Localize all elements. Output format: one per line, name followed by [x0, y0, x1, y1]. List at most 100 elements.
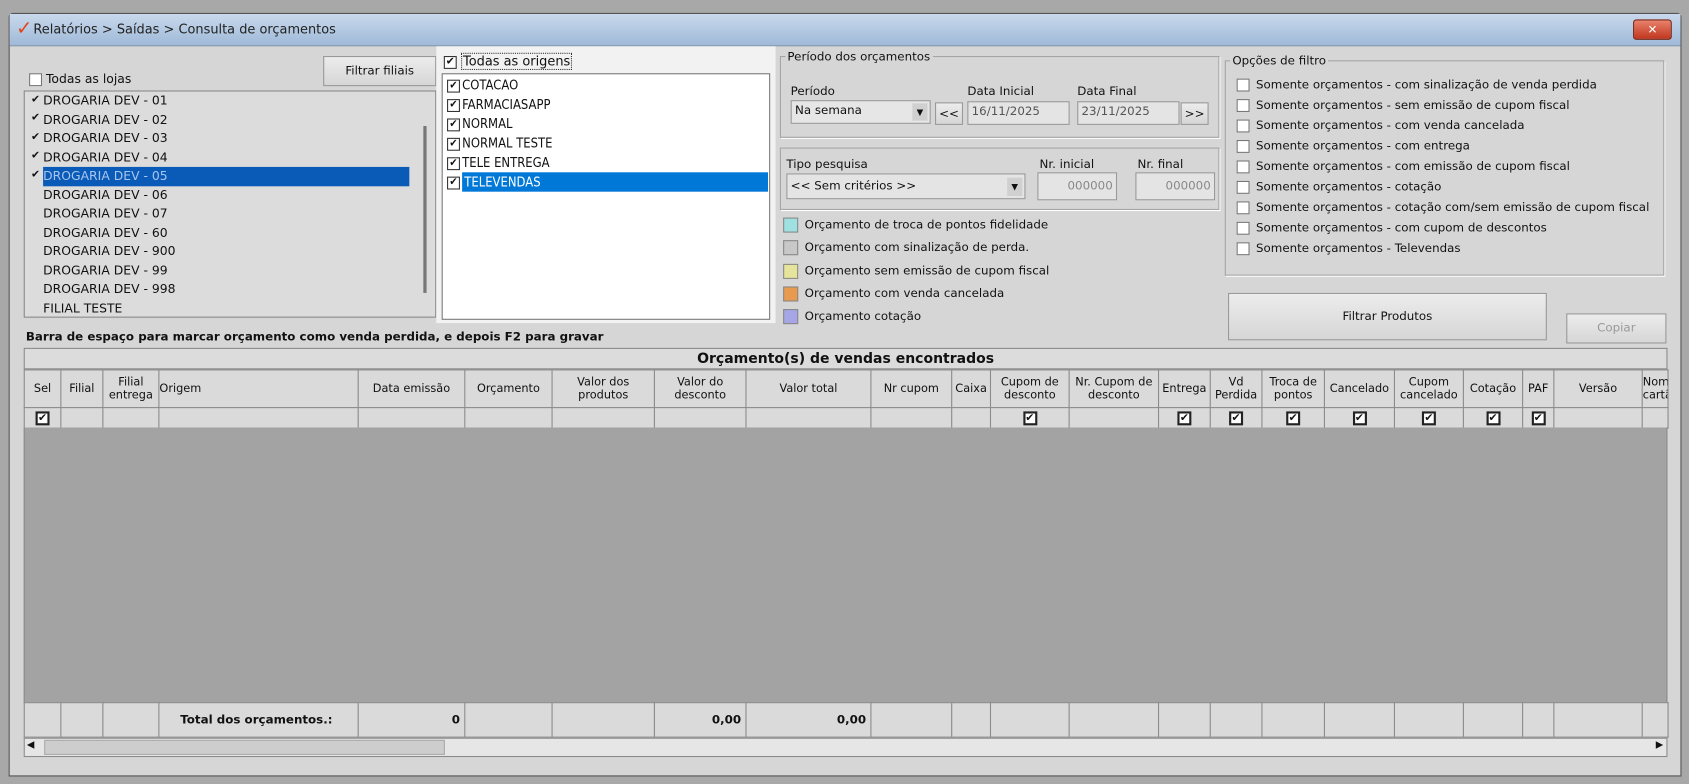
- store-item[interactable]: ✔ DROGARIA DEV - 02: [25, 110, 435, 129]
- store-item[interactable]: ✔ DROGARIA DEV - 03: [25, 129, 435, 148]
- checkbox-icon[interactable]: [29, 302, 42, 315]
- column-header[interactable]: PAF: [1522, 369, 1555, 409]
- start-date-input[interactable]: 16/11/2025: [967, 101, 1070, 125]
- checkbox-icon[interactable]: ✔: [1421, 410, 1436, 425]
- column-header[interactable]: Data emissão: [357, 369, 466, 409]
- column-header[interactable]: Filial: [60, 369, 104, 409]
- origin-item[interactable]: ✔ TELE ENTREGA: [443, 153, 769, 172]
- filter-cell[interactable]: [870, 407, 953, 429]
- nr-start-input[interactable]: 000000: [1037, 172, 1118, 201]
- column-header[interactable]: Sel: [23, 369, 62, 409]
- column-header[interactable]: Filial entrega: [102, 369, 160, 409]
- filter-option-checkbox[interactable]: Somente orçamentos - cotação com/sem emi…: [1226, 197, 1663, 217]
- column-header[interactable]: Cupom de desconto: [989, 369, 1070, 409]
- all-stores-checkbox[interactable]: Todas as lojas: [29, 71, 131, 86]
- filter-cell[interactable]: ✔: [989, 407, 1070, 429]
- store-item[interactable]: ✔ DROGARIA DEV - 05: [25, 166, 435, 186]
- column-header[interactable]: Valor total: [745, 369, 872, 409]
- checkbox-icon[interactable]: ✔: [447, 176, 460, 189]
- store-item[interactable]: DROGARIA DEV - 60: [25, 223, 435, 242]
- column-header[interactable]: Cotação: [1462, 369, 1524, 409]
- column-header[interactable]: Origem: [158, 369, 359, 409]
- column-header[interactable]: Troca de pontos: [1261, 369, 1325, 409]
- checkmark-icon[interactable]: ✔: [29, 113, 42, 126]
- filter-cell[interactable]: [551, 407, 655, 429]
- store-item[interactable]: ✔ DROGARIA DEV - 01: [25, 92, 435, 111]
- checkbox-icon[interactable]: ✔: [447, 79, 460, 93]
- filter-option-checkbox[interactable]: Somente orçamentos - sem emissão de cupo…: [1226, 95, 1663, 115]
- column-header[interactable]: Caixa: [951, 369, 992, 409]
- filter-cell[interactable]: [158, 407, 359, 429]
- checkbox-icon[interactable]: ✔: [1352, 410, 1367, 425]
- filter-cell[interactable]: [653, 407, 747, 429]
- filter-products-button[interactable]: Filtrar Produtos: [1228, 292, 1547, 341]
- checkbox-icon[interactable]: [29, 264, 42, 277]
- checkbox-icon[interactable]: [29, 245, 42, 258]
- checkbox-icon[interactable]: ✔: [1022, 410, 1037, 425]
- checkmark-icon[interactable]: ✔: [29, 131, 42, 145]
- checkbox-icon[interactable]: ✔: [1531, 410, 1546, 425]
- checkbox-icon[interactable]: ✔: [447, 98, 460, 112]
- column-header[interactable]: Cancelado: [1323, 369, 1395, 409]
- checkmark-icon[interactable]: ✔: [29, 169, 42, 183]
- column-header[interactable]: Entrega: [1157, 369, 1211, 409]
- filter-option-checkbox[interactable]: Somente orçamentos - com sinalização de …: [1226, 74, 1663, 94]
- stores-list[interactable]: ✔ DROGARIA DEV - 01 ✔ DROGARIA DEV - 02 ✔ DRO…: [23, 90, 437, 318]
- store-item[interactable]: DROGARIA DEV - 900: [25, 242, 435, 261]
- checkmark-icon[interactable]: ✔: [29, 150, 42, 164]
- checkmark-icon[interactable]: ✔: [29, 94, 42, 107]
- scrollbar-thumb[interactable]: [44, 739, 445, 755]
- store-item[interactable]: DROGARIA DEV - 06: [25, 186, 435, 205]
- filter-option-checkbox[interactable]: Somente orçamentos - com venda cancelada: [1226, 115, 1663, 135]
- stores-scrollbar[interactable]: [423, 125, 427, 293]
- checkbox-icon[interactable]: ✔: [1485, 410, 1501, 425]
- filter-cell[interactable]: ✔: [1462, 407, 1524, 429]
- filter-cell[interactable]: [951, 407, 992, 429]
- all-origins-checkbox[interactable]: ✔ Todas as origens: [443, 52, 573, 70]
- filter-option-checkbox[interactable]: Somente orçamentos - cotação: [1226, 177, 1663, 197]
- checkbox-icon[interactable]: [29, 226, 42, 239]
- column-header[interactable]: Versão: [1553, 369, 1643, 409]
- column-header[interactable]: Vd Perdida: [1209, 369, 1263, 409]
- store-item[interactable]: DROGARIA DEV - 99: [25, 261, 435, 280]
- results-grid[interactable]: Sel Filial Filial entrega Origem Data emissã…: [23, 369, 1669, 429]
- filter-cell[interactable]: ✔: [1393, 407, 1464, 429]
- filter-option-checkbox[interactable]: Somente orçamentos - com emissão de cupo…: [1226, 156, 1663, 176]
- filter-cell[interactable]: ✔: [1261, 407, 1325, 429]
- filter-cell[interactable]: [1068, 407, 1160, 429]
- checkbox-icon[interactable]: ✔: [447, 137, 460, 151]
- search-type-select[interactable]: << Sem critérios >> ▼: [786, 173, 1026, 200]
- filter-cell[interactable]: ✔: [23, 407, 62, 429]
- grid-body-empty[interactable]: [23, 427, 1668, 703]
- filter-cell[interactable]: [1641, 407, 1669, 429]
- column-header[interactable]: Nr. Cupom de desconto: [1068, 369, 1160, 409]
- origins-list[interactable]: ✔ COTACAO ✔ FARMACIASAPP ✔ NORMAL ✔ NORMAL TEST…: [441, 73, 771, 320]
- origin-item[interactable]: ✔ FARMACIASAPP: [443, 95, 769, 114]
- origin-item[interactable]: ✔ COTACAO: [443, 75, 769, 94]
- origin-item[interactable]: ✔ NORMAL TESTE: [443, 134, 769, 153]
- filter-cell[interactable]: [357, 407, 466, 429]
- origin-item[interactable]: ✔ TELEVENDAS: [443, 172, 769, 192]
- checkbox-icon[interactable]: [29, 207, 42, 220]
- origin-item[interactable]: ✔ NORMAL: [443, 114, 769, 133]
- end-date-input[interactable]: 23/11/2025: [1077, 101, 1180, 125]
- column-header[interactable]: Nome cartão: [1641, 369, 1669, 409]
- filter-cell[interactable]: [102, 407, 160, 429]
- filter-cell[interactable]: ✔: [1209, 407, 1263, 429]
- filter-option-checkbox[interactable]: Somente orçamentos - com cupom de descon…: [1226, 218, 1663, 238]
- column-header[interactable]: Valor do desconto: [653, 369, 747, 409]
- copy-button[interactable]: Copiar: [1566, 313, 1667, 344]
- checkbox-icon[interactable]: [29, 188, 42, 201]
- checkbox-icon[interactable]: [29, 283, 42, 296]
- column-header[interactable]: Nr cupom: [870, 369, 953, 409]
- period-select[interactable]: Na semana ▼: [790, 100, 931, 124]
- column-header[interactable]: Valor dos produtos: [551, 369, 655, 409]
- filter-cell[interactable]: [464, 407, 553, 429]
- store-item[interactable]: DROGARIA DEV - 07: [25, 205, 435, 224]
- filter-cell[interactable]: [1553, 407, 1643, 429]
- checkbox-icon[interactable]: ✔: [1177, 410, 1192, 425]
- nr-end-input[interactable]: 000000: [1135, 172, 1216, 201]
- filter-cell[interactable]: [745, 407, 872, 429]
- filter-cell[interactable]: ✔: [1323, 407, 1395, 429]
- filter-stores-button[interactable]: Filtrar filiais: [323, 55, 437, 87]
